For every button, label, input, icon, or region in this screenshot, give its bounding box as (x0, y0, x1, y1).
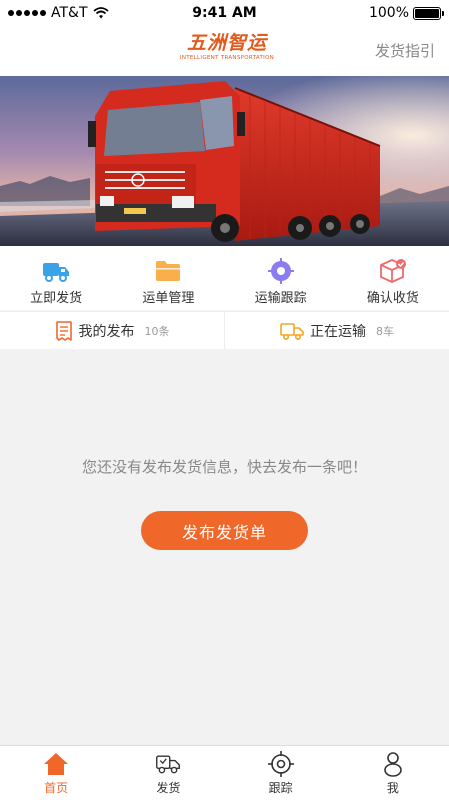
shipping-guide-link[interactable]: 发货指引 (375, 40, 435, 61)
quick-actions: 立即发货 运单管理 运输跟踪 确认收货 (0, 246, 449, 310)
tab-bar: 首页 发货 跟踪 我 (0, 745, 449, 800)
tab-home[interactable]: 首页 (0, 746, 112, 800)
tab-label: 首页 (44, 781, 69, 795)
logo-text: 五洲智运 (186, 32, 267, 54)
nav-bar: 五洲智运 INTELLIGENT TRANSPORTATION 发货指引 (0, 26, 449, 76)
crosshair-icon (267, 751, 294, 777)
quick-action-label: 立即发货 (30, 291, 83, 306)
quick-action-label: 运输跟踪 (254, 291, 307, 306)
carrier-label: AT&T (51, 5, 88, 21)
truck-banner-illustration (0, 76, 449, 246)
battery-percent: 100% (368, 5, 409, 21)
tab-label: 跟踪 (268, 781, 293, 795)
summary-row: 我的发布 10条 正在运输 8车 (0, 311, 449, 349)
app-logo: 五洲智运 INTELLIGENT TRANSPORTATION (172, 32, 282, 62)
status-bar: AT&T 9:41 AM 100% (0, 0, 449, 26)
published-label: 我的发布 (78, 323, 135, 340)
published-count: 10条 (144, 324, 170, 338)
tab-tracking[interactable]: 跟踪 (225, 746, 337, 800)
signal-icon (8, 10, 46, 16)
quick-action-confirm-receipt[interactable]: 确认收货 (337, 246, 449, 310)
quick-action-ship-now[interactable]: 立即发货 (0, 246, 112, 310)
truck-icon (42, 258, 70, 284)
banner-image[interactable] (0, 76, 449, 246)
delivery-truck-icon (155, 751, 181, 777)
empty-state-message: 您还没有发布发货信息，快去发布一条吧！ (81, 458, 367, 476)
quick-action-label: 运单管理 (142, 291, 195, 306)
publish-shipment-button[interactable]: 发布发货单 (141, 511, 308, 550)
my-published-summary[interactable]: 我的发布 10条 (0, 312, 224, 349)
quick-action-tracking[interactable]: 运输跟踪 (225, 246, 337, 310)
folder-icon (154, 258, 182, 284)
tab-label: 发货 (156, 781, 181, 795)
tab-label: 我 (386, 781, 399, 795)
in-transit-label: 正在运输 (310, 323, 366, 340)
wifi-icon (92, 7, 109, 19)
quick-action-waybill[interactable]: 运单管理 (112, 246, 224, 310)
delivery-truck-outline-icon (280, 322, 304, 340)
receipt-icon (55, 320, 72, 341)
tab-me[interactable]: 我 (337, 746, 449, 800)
in-transit-summary[interactable]: 正在运输 8车 (224, 312, 449, 349)
battery-icon (413, 6, 444, 20)
location-target-icon (267, 258, 295, 284)
tab-ship[interactable]: 发货 (112, 746, 224, 800)
logo-subtext: INTELLIGENT TRANSPORTATION (179, 55, 275, 61)
quick-action-label: 确认收货 (366, 291, 419, 306)
home-icon (43, 751, 69, 777)
package-check-icon (379, 258, 407, 284)
in-transit-count: 8车 (376, 324, 394, 338)
user-icon (380, 751, 406, 777)
